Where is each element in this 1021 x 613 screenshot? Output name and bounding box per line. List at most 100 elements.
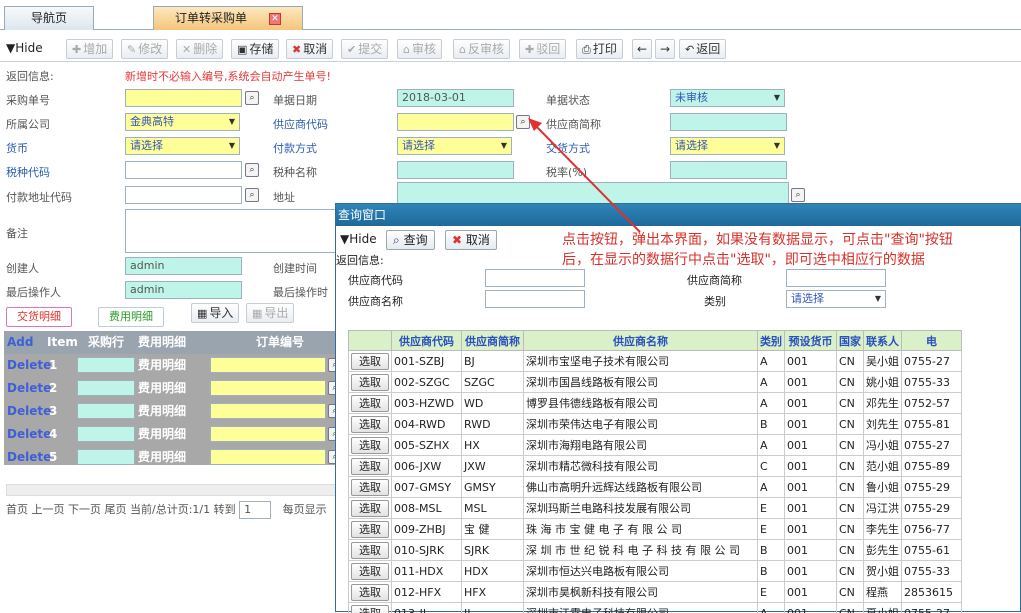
trade-select[interactable]: 请选择 (670, 137, 785, 155)
supplier-code-input[interactable] (397, 113, 514, 131)
currency-select[interactable]: 请选择 (125, 137, 240, 155)
row-expense-link[interactable]: 费用明细 (138, 426, 186, 442)
tab-delivery-detail[interactable]: 交货明细 (6, 307, 72, 327)
table-row[interactable]: 选取005-SZHXHX深圳市海翔电路有限公司A001CN冯小姐0755-27 (349, 435, 962, 456)
table-row[interactable]: 选取012-HFXHFX深圳市昊枫新科技有限公司E001CN程燕2853615 (349, 582, 962, 603)
doc-date-input[interactable]: 2018-03-01 (397, 89, 514, 107)
company-select[interactable]: 金典高特 (125, 113, 240, 131)
row-expense-link[interactable]: 费用明细 (138, 380, 186, 396)
order-no-input[interactable] (210, 403, 326, 419)
hide-toggle[interactable]: ▼Hide (6, 41, 43, 55)
table-row[interactable]: 选取011-HDXHDX深圳市恒达兴电路板有限公司B001CN贺小姐0755-3… (349, 561, 962, 582)
delete-row-link[interactable]: Delete (7, 357, 51, 373)
query-supplier-code-input[interactable] (485, 269, 585, 287)
doc-status-select[interactable]: 未审核 (670, 89, 785, 107)
col-category[interactable]: 类别 (758, 331, 785, 351)
tab-order-to-purchase[interactable]: 订单转采购单✕ (153, 6, 303, 30)
add-button[interactable]: ✚增加 (66, 39, 113, 59)
delete-button[interactable]: ✕删除 (176, 39, 223, 59)
tax-code-input[interactable] (125, 161, 242, 179)
table-row[interactable]: 选取003-HZWDWD博罗县伟德线路板有限公司A001CN邓先生0752-57 (349, 393, 962, 414)
address-input[interactable] (397, 182, 789, 204)
table-row[interactable]: 选取004-RWDRWD深圳市荣伟达电子有限公司B001CN刘先生0755-81 (349, 414, 962, 435)
choose-button[interactable]: 选取 (351, 584, 389, 601)
currency-label[interactable]: 货币 (6, 140, 28, 156)
choose-button[interactable]: 选取 (351, 563, 389, 580)
payment-label[interactable]: 付款方式 (273, 140, 317, 156)
col-supplier-code[interactable]: 供应商代码 (392, 331, 462, 351)
choose-button[interactable]: 选取 (351, 458, 389, 475)
col-country[interactable]: 国家 (837, 331, 864, 351)
remark-textarea[interactable] (125, 209, 337, 253)
choose-button[interactable]: 选取 (351, 374, 389, 391)
reject-button[interactable]: ✚驳回 (519, 39, 566, 59)
unaudit-button[interactable]: ⌂反审核 (453, 39, 510, 59)
purchase-line-input[interactable] (77, 357, 135, 373)
row-expense-link[interactable]: 费用明细 (138, 357, 186, 373)
export-button[interactable]: ▦导出 (246, 303, 294, 323)
order-no-input[interactable] (210, 357, 326, 373)
print-button[interactable]: ⎙打印 (576, 39, 623, 59)
back-button[interactable]: ↶返回 (679, 39, 726, 59)
save-button[interactable]: ▣存储 (231, 39, 279, 59)
choose-button[interactable]: 选取 (351, 500, 389, 517)
add-row-link[interactable]: Add (7, 334, 33, 350)
purchase-line-input[interactable] (77, 403, 135, 419)
import-button[interactable]: ▦导入 (191, 303, 239, 323)
col-supplier-name[interactable]: 供应商名称 (524, 331, 758, 351)
supplier-short-input[interactable] (670, 113, 787, 131)
query-cancel-button[interactable]: ✖ 取消 (445, 230, 497, 250)
query-category-select[interactable]: 请选择 (786, 290, 886, 308)
col-contact[interactable]: 联系人 (864, 331, 902, 351)
table-row[interactable]: 选取006-JXWJXW深圳市精芯微科技有限公司C001CN范小姐0755-89 (349, 456, 962, 477)
purchase-line-input[interactable] (77, 426, 135, 442)
lookup-icon[interactable]: ⌕ (245, 91, 259, 105)
order-no-input[interactable] (210, 449, 326, 465)
choose-button[interactable]: 选取 (351, 353, 389, 370)
order-no-input[interactable] (210, 380, 326, 396)
tax-name-input[interactable] (397, 161, 514, 179)
query-hide-toggle[interactable]: ▼Hide (340, 232, 377, 246)
row-expense-link[interactable]: 费用明细 (138, 403, 186, 419)
purchase-line-input[interactable] (77, 449, 135, 465)
pay-address-code-input[interactable] (125, 186, 242, 204)
query-search-button[interactable]: ⌕ 查询 (386, 230, 435, 250)
delete-row-link[interactable]: Delete (7, 426, 51, 442)
table-row[interactable]: 选取013-JLJL深圳市江霖电子科技有限公司A001CN夏小姐0755-27 (349, 603, 962, 613)
query-supplier-name-input[interactable] (485, 290, 585, 308)
choose-button[interactable]: 选取 (351, 437, 389, 454)
order-no-input[interactable] (210, 426, 326, 442)
cancel-button[interactable]: ✖取消 (286, 39, 333, 59)
table-row[interactable]: 选取008-MSLMSL深圳玛斯兰电路科技发展有限公司E001CN冯江洪0755… (349, 498, 962, 519)
goto-page-input[interactable]: 1 (239, 501, 271, 519)
payment-select[interactable]: 请选择 (397, 137, 512, 155)
col-default-currency[interactable]: 预设货币 (785, 331, 837, 351)
choose-button[interactable]: 选取 (351, 395, 389, 412)
query-supplier-short-input[interactable] (786, 269, 886, 287)
tab-expense-detail[interactable]: 费用明细 (98, 307, 164, 327)
prev-button[interactable]: ← (632, 39, 652, 59)
choose-button[interactable]: 选取 (351, 521, 389, 538)
lookup-icon[interactable]: ⌕ (516, 115, 530, 129)
tab-navigation[interactable]: 导航页 (4, 6, 94, 30)
choose-button[interactable]: 选取 (351, 416, 389, 433)
supplier-code-label[interactable]: 供应商代码 (273, 116, 328, 132)
col-phone[interactable]: 电 (902, 331, 962, 351)
submit-button[interactable]: ✔提交 (341, 39, 388, 59)
tax-code-label[interactable]: 税种代码 (6, 164, 50, 180)
horizontal-scrollbar[interactable] (6, 484, 336, 496)
lookup-icon[interactable]: ⌕ (791, 188, 805, 202)
choose-button[interactable]: 选取 (351, 479, 389, 496)
close-icon[interactable]: ✕ (269, 13, 281, 25)
tax-rate-input[interactable] (670, 161, 787, 179)
choose-button[interactable]: 选取 (351, 542, 389, 559)
purchase-line-input[interactable] (77, 380, 135, 396)
audit-button[interactable]: ⌂审核 (397, 39, 442, 59)
trade-label[interactable]: 交货方式 (546, 140, 590, 156)
delete-row-link[interactable]: Delete (7, 380, 51, 396)
delete-row-link[interactable]: Delete (7, 449, 51, 465)
table-row[interactable]: 选取010-SJRKSJRK深 圳 市 世 纪 锐 科 电 子 科 技 有 限 … (349, 540, 962, 561)
table-row[interactable]: 选取002-SZGCSZGC深圳市国昌线路板有限公司A001CN姚小姐0755-… (349, 372, 962, 393)
next-button[interactable]: → (655, 39, 675, 59)
table-row[interactable]: 选取001-SZBJBJ深圳市宝坚电子技术有限公司A001CN吴小姐0755-2… (349, 351, 962, 372)
